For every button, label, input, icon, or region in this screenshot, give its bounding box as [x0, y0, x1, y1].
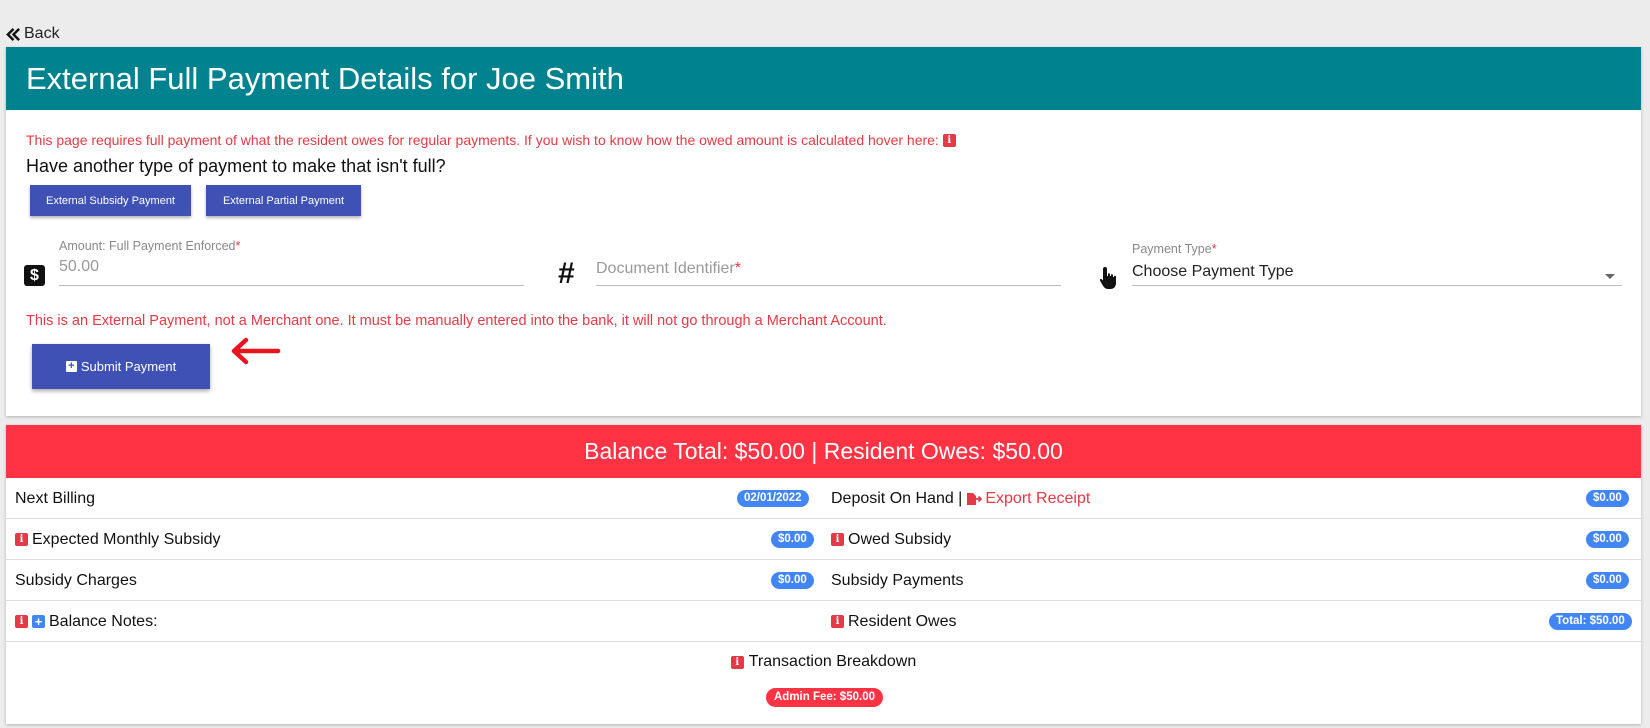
full-payment-notice: This page requires full payment of what …	[26, 132, 956, 148]
amount-label-text: Amount: Full Payment Enforced	[59, 239, 236, 253]
notice-text: This page requires full payment of what …	[26, 132, 939, 148]
submit-payment-button[interactable]: + Submit Payment	[32, 344, 210, 389]
payment-type-select[interactable]: Choose Payment Type	[1132, 263, 1294, 281]
document-underline	[596, 285, 1061, 286]
hand-pointer-icon	[1099, 267, 1116, 289]
info-icon[interactable]: i	[831, 615, 844, 628]
owed-subsidy-label: i Owed Subsidy	[831, 519, 951, 560]
back-link[interactable]: Back	[6, 25, 60, 43]
next-billing-label: Next Billing	[15, 478, 95, 519]
amount-field[interactable]: 50.00	[59, 258, 99, 276]
document-identifier-placeholder: Document Identifier	[596, 260, 735, 277]
deposit-on-hand-label: Deposit On Hand | Export Receipt	[831, 478, 1090, 519]
required-mark: *	[1211, 242, 1217, 256]
chevron-down-icon[interactable]	[1605, 274, 1615, 279]
back-label: Back	[24, 25, 60, 42]
other-payment-question: Have another type of payment to make tha…	[26, 156, 446, 176]
required-mark: *	[235, 239, 241, 253]
next-billing-badge: 02/01/2022	[737, 490, 809, 507]
balance-title: Balance Total: $50.00 | Resident Owes: $…	[6, 425, 1641, 478]
red-arrow-icon	[231, 337, 281, 365]
info-icon[interactable]: i	[15, 615, 28, 628]
payment-type-label: Payment Type*	[1132, 242, 1217, 256]
double-chevron-left-icon	[6, 27, 20, 41]
add-note-icon[interactable]: +	[32, 615, 45, 628]
subsidy-charges-badge: $0.00	[771, 572, 814, 589]
table-row: Subsidy Charges $0.00 Subsidy Payments $…	[6, 560, 1641, 601]
payment-type-label-text: Payment Type	[1132, 242, 1212, 256]
transaction-breakdown-label: Transaction Breakdown	[748, 653, 917, 670]
deposit-on-hand-badge: $0.00	[1586, 490, 1629, 507]
subsidy-charges-label: Subsidy Charges	[15, 560, 137, 601]
table-row: Next Billing 02/01/2022 Deposit On Hand …	[6, 478, 1641, 519]
row-label: Subsidy Charges	[15, 571, 137, 589]
resident-owes-total-badge: Total: $50.00	[1549, 613, 1632, 630]
external-subsidy-payment-button[interactable]: External Subsidy Payment	[30, 185, 191, 216]
row-label: Resident Owes	[848, 612, 957, 630]
row-label: Balance Notes:	[49, 612, 158, 630]
required-mark: *	[734, 260, 741, 277]
table-row: i + Balance Notes: i Resident Owes Total…	[6, 601, 1641, 642]
submit-payment-label: Submit Payment	[80, 359, 177, 374]
row-label: Expected Monthly Subsidy	[32, 530, 221, 548]
resident-owes-label: i Resident Owes	[831, 601, 957, 642]
export-receipt-label: Export Receipt	[985, 489, 1091, 507]
external-partial-payment-button[interactable]: External Partial Payment	[206, 185, 361, 216]
balance-card: Balance Total: $50.00 | Resident Owes: $…	[6, 425, 1641, 724]
payment-type-underline	[1132, 285, 1622, 286]
external-payment-note: This is an External Payment, not a Merch…	[26, 313, 887, 329]
info-icon[interactable]: i	[15, 533, 28, 546]
subsidy-payments-badge: $0.00	[1586, 572, 1629, 589]
info-icon[interactable]: i	[730, 655, 744, 669]
file-export-icon	[967, 492, 983, 505]
amount-underline	[59, 285, 524, 286]
page-title: External Full Payment Details for Joe Sm…	[6, 47, 1641, 110]
info-icon[interactable]: i	[831, 533, 844, 546]
admin-fee-badge: Admin Fee: $50.00	[766, 688, 883, 707]
row-label: Next Billing	[15, 489, 96, 507]
expected-monthly-subsidy-label: i Expected Monthly Subsidy	[15, 519, 221, 560]
balance-notes-label: i + Balance Notes:	[15, 601, 158, 642]
expected-monthly-subsidy-badge: $0.00	[771, 531, 814, 548]
table-row: i Expected Monthly Subsidy $0.00 i Owed …	[6, 519, 1641, 560]
hash-icon: #	[558, 257, 575, 290]
export-receipt-link[interactable]: Export Receipt	[966, 490, 1090, 508]
payment-card: External Full Payment Details for Joe Sm…	[6, 47, 1641, 416]
row-label: Owed Subsidy	[848, 530, 952, 548]
document-identifier-field[interactable]: Document Identifier*	[596, 260, 741, 278]
dollar-icon: $	[24, 265, 45, 286]
info-icon[interactable]: i	[942, 133, 956, 147]
row-label: Subsidy Payments	[831, 571, 964, 589]
subsidy-payments-label: Subsidy Payments	[831, 560, 964, 601]
row-label: Deposit On Hand |	[831, 489, 963, 507]
owed-subsidy-badge: $0.00	[1586, 531, 1629, 548]
amount-label: Amount: Full Payment Enforced*	[59, 239, 240, 253]
plus-square-icon: +	[65, 361, 77, 372]
transaction-breakdown: i Transaction Breakdown	[6, 653, 1641, 671]
